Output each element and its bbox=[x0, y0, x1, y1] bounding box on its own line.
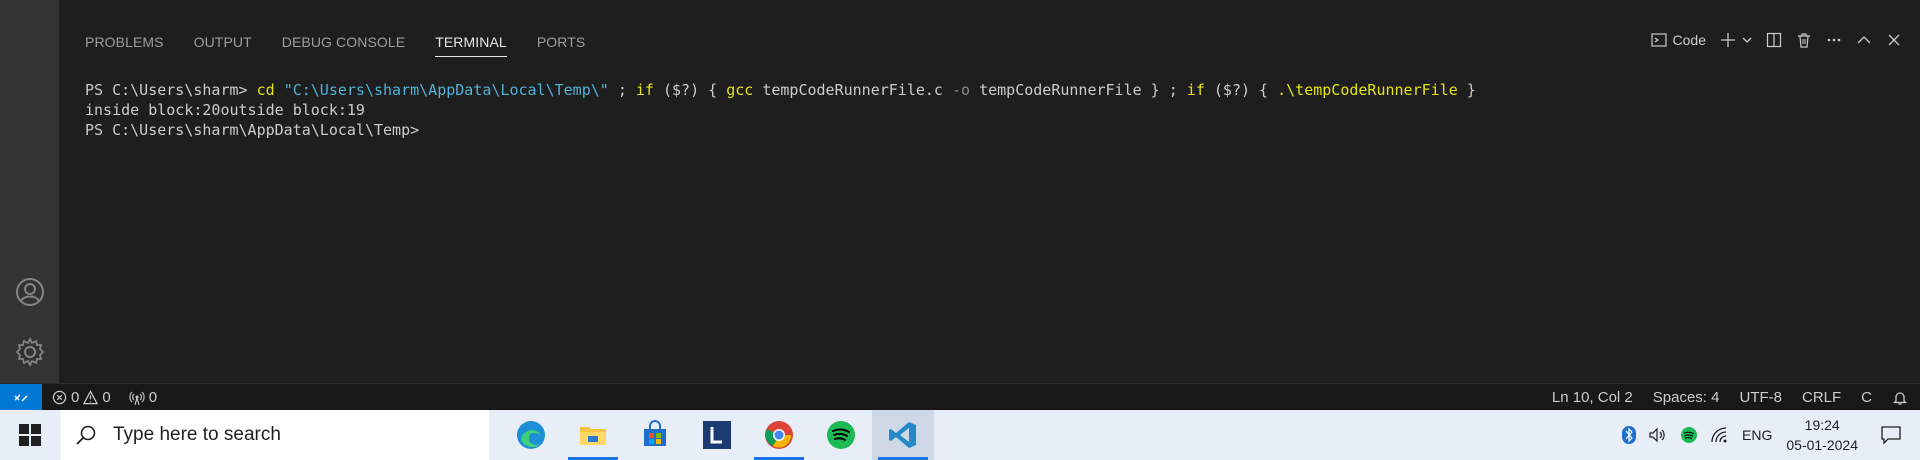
language-mode[interactable]: C bbox=[1861, 389, 1872, 406]
spotify-icon bbox=[827, 421, 855, 449]
spotify-tray-icon[interactable] bbox=[1680, 426, 1698, 444]
windows-taskbar: Type here to search ENG 19:24 05-01-2024 bbox=[0, 410, 1920, 460]
new-terminal-button[interactable] bbox=[1720, 32, 1752, 48]
condition: ($?) { bbox=[653, 81, 727, 99]
exec-path: .\tempCodeRunnerFile bbox=[1277, 81, 1458, 99]
problems-indicator[interactable]: 0 0 bbox=[52, 389, 111, 406]
spotify-app[interactable] bbox=[810, 410, 872, 460]
search-placeholder: Type here to search bbox=[113, 424, 281, 445]
broadcast-icon bbox=[129, 391, 145, 405]
status-bar: 0 0 0 Ln 10, Col 2 Spaces: 4 UTF-8 CRLF … bbox=[0, 383, 1920, 411]
keyword-if: if bbox=[1186, 81, 1205, 99]
search-icon bbox=[76, 425, 96, 445]
split-icon bbox=[1766, 32, 1782, 48]
gcc-args: tempCodeRunnerFile.c bbox=[753, 81, 952, 99]
remote-indicator[interactable] bbox=[0, 384, 42, 411]
volume-icon[interactable] bbox=[1648, 426, 1668, 444]
tab-ports[interactable]: PORTS bbox=[537, 34, 585, 57]
tab-problems[interactable]: PROBLEMS bbox=[85, 34, 164, 57]
cursor-position[interactable]: Ln 10, Col 2 bbox=[1552, 389, 1633, 406]
warning-icon bbox=[83, 390, 99, 405]
editor-area-edge bbox=[59, 0, 1920, 21]
edge-icon bbox=[517, 421, 545, 449]
l-logo-icon bbox=[703, 421, 731, 449]
chrome-icon bbox=[765, 421, 793, 449]
panel-actions: Code bbox=[1650, 32, 1902, 48]
separator: ; bbox=[608, 81, 636, 99]
terminal-output[interactable]: PS C:\Users\sharm> cd "C:\Users\sharm\Ap… bbox=[85, 80, 1900, 140]
status-left: 0 0 0 bbox=[52, 384, 157, 411]
terminal-selector[interactable]: Code bbox=[1650, 32, 1706, 48]
taskbar-apps bbox=[500, 410, 934, 460]
edge-app[interactable] bbox=[500, 410, 562, 460]
chevron-up-icon bbox=[1857, 36, 1871, 44]
store-icon bbox=[644, 420, 666, 446]
warning-count: 0 bbox=[102, 389, 111, 406]
system-tray: ENG 19:24 05-01-2024 bbox=[1616, 410, 1920, 460]
close-panel-button[interactable] bbox=[1886, 32, 1902, 48]
notifications-bell-icon[interactable] bbox=[1892, 390, 1908, 406]
vscode-icon bbox=[889, 422, 916, 448]
clock-date: 05-01-2024 bbox=[1786, 437, 1858, 453]
tab-debug-console[interactable]: DEBUG CONSOLE bbox=[282, 34, 405, 57]
chrome-app[interactable] bbox=[748, 410, 810, 460]
l-app[interactable] bbox=[686, 410, 748, 460]
encoding[interactable]: UTF-8 bbox=[1739, 389, 1782, 406]
ports-indicator[interactable]: 0 bbox=[129, 389, 157, 406]
folder-icon bbox=[580, 427, 606, 445]
program-output: inside block:20outside block:19 bbox=[85, 101, 365, 119]
store-app[interactable] bbox=[624, 410, 686, 460]
split-terminal-button[interactable] bbox=[1766, 32, 1782, 48]
wifi-icon[interactable] bbox=[1710, 426, 1730, 444]
kill-terminal-button[interactable] bbox=[1796, 32, 1812, 48]
path-string: "C:\Users\sharm\AppData\Local\Temp\" bbox=[283, 81, 609, 99]
terminal-prompt: PS C:\Users\sharm\AppData\Local\Temp> bbox=[85, 121, 420, 139]
plus-icon bbox=[1721, 33, 1735, 47]
ellipsis-icon bbox=[1827, 38, 1841, 42]
status-right: Ln 10, Col 2 Spaces: 4 UTF-8 CRLF C bbox=[1552, 384, 1908, 411]
clock[interactable]: 19:24 05-01-2024 bbox=[1786, 415, 1858, 455]
vscode-app[interactable] bbox=[872, 410, 934, 460]
condition: ($?) { bbox=[1204, 81, 1278, 99]
remote-icon bbox=[14, 393, 28, 402]
maximize-panel-button[interactable] bbox=[1856, 32, 1872, 48]
settings-gear-icon[interactable] bbox=[12, 334, 48, 370]
terminal-icon bbox=[1650, 33, 1667, 47]
terminal-command-line: PS C:\Users\sharm> cd "C:\Users\sharm\Ap… bbox=[85, 80, 1900, 100]
action-center-icon[interactable] bbox=[1880, 425, 1902, 445]
tab-terminal[interactable]: TERMINAL bbox=[435, 34, 507, 57]
bottom-panel: PROBLEMS OUTPUT DEBUG CONSOLE TERMINAL P… bbox=[59, 20, 1920, 383]
flag: -o bbox=[951, 81, 971, 99]
taskbar-search[interactable]: Type here to search bbox=[61, 410, 489, 460]
file-explorer-app[interactable] bbox=[562, 410, 624, 460]
trash-icon bbox=[1798, 33, 1810, 48]
indentation[interactable]: Spaces: 4 bbox=[1653, 389, 1720, 406]
error-icon bbox=[52, 390, 67, 405]
more-actions-button[interactable] bbox=[1826, 32, 1842, 48]
close-brace: } bbox=[1457, 81, 1476, 99]
bluetooth-icon[interactable] bbox=[1622, 426, 1637, 444]
activity-bar bbox=[0, 0, 59, 383]
clock-time: 19:24 bbox=[1804, 417, 1840, 433]
error-count: 0 bbox=[71, 389, 80, 406]
output-file: tempCodeRunnerFile } ; bbox=[970, 81, 1187, 99]
language-indicator[interactable]: ENG bbox=[1742, 427, 1772, 443]
tab-output[interactable]: OUTPUT bbox=[194, 34, 252, 57]
ports-count: 0 bbox=[148, 389, 158, 406]
cmd-cd: cd bbox=[256, 81, 275, 99]
start-button[interactable] bbox=[0, 410, 60, 460]
keyword-if: if bbox=[635, 81, 654, 99]
terminal-name: Code bbox=[1672, 32, 1706, 48]
panel-tabs: PROBLEMS OUTPUT DEBUG CONSOLE TERMINAL P… bbox=[85, 34, 585, 57]
prompt: PS C:\Users\sharm> bbox=[85, 81, 257, 99]
chevron-down-icon bbox=[1742, 37, 1752, 43]
cmd-gcc: gcc bbox=[726, 81, 754, 99]
end-of-line[interactable]: CRLF bbox=[1802, 389, 1841, 406]
accounts-icon[interactable] bbox=[12, 274, 48, 310]
windows-logo-icon bbox=[19, 424, 41, 446]
close-icon bbox=[1888, 34, 1900, 46]
